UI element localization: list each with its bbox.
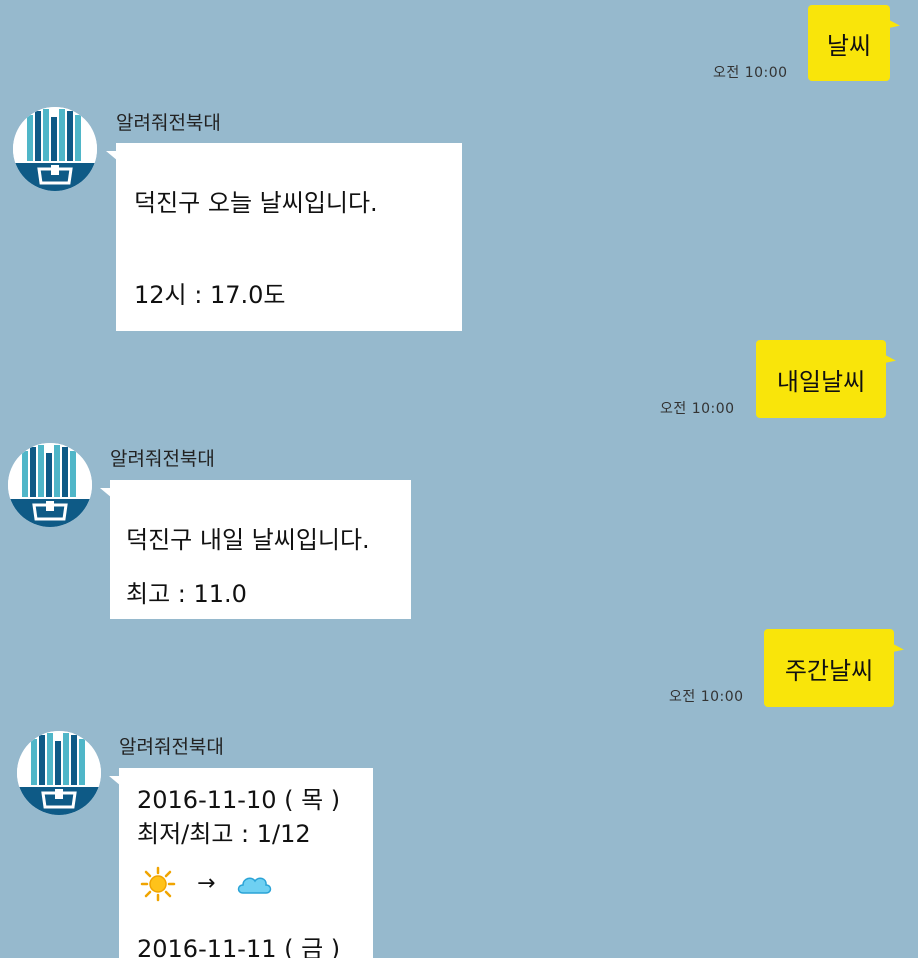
- bot-message-bubble[interactable]: 2016-11-10 ( 목 ) 최저/최고 : 1/12 → 2016-11-…: [119, 768, 373, 958]
- bot-message-line: 최고 : 11.0: [126, 580, 247, 609]
- bot-avatar[interactable]: [17, 731, 101, 815]
- bot-avatar[interactable]: [8, 443, 92, 527]
- sun-icon: [137, 865, 179, 903]
- bot-message-line: 12시 : 17.0도: [134, 281, 286, 310]
- bot-message-bubble[interactable]: 덕진구 내일 날씨입니다. 최고 : 11.0: [110, 480, 411, 619]
- building-logo-icon: [17, 731, 101, 815]
- message-time: 오전 10:00: [713, 65, 788, 81]
- user-message-text: 내일날씨: [776, 367, 866, 396]
- forecast-date: 2016-11-11 ( 금 ): [137, 935, 341, 958]
- building-logo-icon: [8, 443, 92, 527]
- user-message-bubble[interactable]: 내일날씨: [756, 340, 886, 418]
- sender-name: 알려줘전북대: [119, 736, 224, 758]
- cloud-icon: [233, 865, 275, 903]
- sender-name: 알려줘전북대: [116, 112, 221, 134]
- message-time: 오전 10:00: [660, 401, 735, 417]
- chat-room: 오전 10:00 날씨 알려줘전북대 덕진구 오늘 날씨입니다. 12시 : 1…: [0, 0, 918, 958]
- user-message-bubble[interactable]: 날씨: [808, 5, 890, 81]
- forecast-date: 2016-11-10 ( 목 ): [137, 786, 341, 814]
- bot-avatar[interactable]: [13, 107, 97, 191]
- building-logo-icon: [13, 107, 97, 191]
- user-message-text: 주간날씨: [784, 656, 874, 685]
- bot-message-line: 덕진구 오늘 날씨입니다.: [134, 189, 378, 217]
- message-time: 오전 10:00: [669, 689, 744, 705]
- bot-message-bubble[interactable]: 덕진구 오늘 날씨입니다. 12시 : 17.0도: [116, 143, 462, 331]
- sender-name: 알려줘전북대: [110, 448, 215, 470]
- user-message-text: 날씨: [826, 31, 872, 60]
- bot-message-line: 덕진구 내일 날씨입니다.: [126, 526, 370, 554]
- forecast-temp: 최저/최고 : 1/12: [137, 819, 311, 848]
- user-message-bubble[interactable]: 주간날씨: [764, 629, 894, 707]
- forecast-arrow: →: [197, 870, 216, 896]
- forecast-weather-row: →: [137, 865, 373, 903]
